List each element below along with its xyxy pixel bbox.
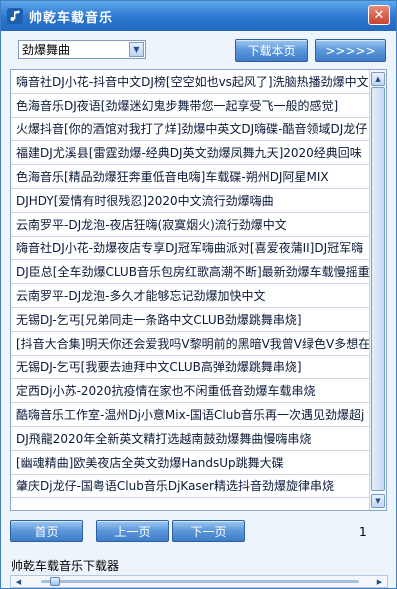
chevron-down-icon: ▼ xyxy=(375,497,381,505)
genre-select-value: 劲爆舞曲 xyxy=(22,43,71,57)
song-list-item[interactable]: 嗨音社DJ小花-劲爆夜店专享DJ冠军嗨曲派对[喜爱夜蒲II]DJ冠军嗨 xyxy=(11,237,371,261)
song-list-item[interactable]: 嗨音社DJ小花-抖音中文DJ榜[空空如也vs起风了]洗脑热播劲爆中文 xyxy=(11,70,371,94)
music-note-icon xyxy=(7,8,23,24)
close-icon: ✕ xyxy=(373,7,385,23)
song-list-item[interactable]: 云南罗平-DJ龙泡-夜店狂嗨(寂寞烟火)流行劲爆中文 xyxy=(11,213,371,237)
title-bar[interactable]: 帅乾车载音乐 ✕ xyxy=(1,1,396,31)
song-list-item[interactable]: 云南罗平-DJ龙泡-多久才能够忘记劲爆加快中文 xyxy=(11,284,371,308)
progress-thumb[interactable] xyxy=(50,577,61,586)
song-list-item[interactable]: [抖音大合集]明天你还会爱我吗V黎明前的黑暗V我曾V绿色V多想在 xyxy=(11,332,371,356)
song-list-item[interactable]: 肇庆Dj龙仔-国粤语Club音乐DjKaser精选抖音劲爆旋律串烧 xyxy=(11,475,371,499)
song-list-item[interactable]: 无锡DJ-乞丐[我要去迪拜中文CLUB高弹劲爆跳舞串烧] xyxy=(11,356,371,380)
progress-track[interactable] xyxy=(41,580,359,583)
chevron-down-icon[interactable]: ▼ xyxy=(129,42,144,57)
app-window: 帅乾车载音乐 ✕ 劲爆舞曲 ▼ 下载本页 >>>>> 嗨音社DJ小花-抖音中文D… xyxy=(0,0,397,589)
chevron-up-icon: ▲ xyxy=(375,75,381,83)
previous-page-button[interactable]: 上一页 xyxy=(96,520,169,542)
progress-slider[interactable]: ◀ ▶ xyxy=(10,575,388,588)
list-vertical-scrollbar[interactable]: ▲ ▼ xyxy=(369,70,386,510)
scroll-down-button[interactable]: ▼ xyxy=(371,494,385,508)
song-list-item[interactable]: 定西Dj小苏-2020抗疫情在家也不闲重低音劲爆车载串烧 xyxy=(11,379,371,404)
chevron-left-icon[interactable]: ◀ xyxy=(12,576,25,587)
chevron-right-icon[interactable]: ▶ xyxy=(373,576,386,587)
song-list-item[interactable]: DJ臣总[全车劲爆CLUB音乐包房红歌高潮不断]最新劲爆车载慢摇重 xyxy=(11,260,371,285)
song-list-item[interactable]: 色海音乐[精品劲爆狂奔重低音电嗨]车载碟-朔州DJ阿星MIX xyxy=(11,165,371,189)
next-page-button[interactable]: 下一页 xyxy=(172,520,245,542)
song-list-item[interactable]: 火爆抖音[你的酒馆对我打了烊]劲爆中英文DJ嗨碟-酷音领域DJ龙仔 xyxy=(11,118,371,142)
genre-select[interactable]: 劲爆舞曲 ▼ xyxy=(18,40,146,59)
music-note-glyph xyxy=(10,10,20,21)
status-label: 帅乾车载音乐下载器 xyxy=(11,559,120,573)
song-list-item[interactable]: DJ飛龍2020年全新英文精打选越南鼓劲爆舞曲慢嗨串烧 xyxy=(11,427,371,451)
song-list[interactable]: 嗨音社DJ小花-抖音中文DJ榜[空空如也vs起风了]洗脑热播劲爆中文 色海音乐DJ… xyxy=(10,69,387,511)
close-button[interactable]: ✕ xyxy=(368,5,390,25)
scroll-up-button[interactable]: ▲ xyxy=(371,72,385,86)
song-list-item[interactable]: 福建DJ尤溪县[雷霆劲爆-经典DJ英文劲爆凤舞九天]2020经典回味 xyxy=(11,141,371,166)
download-page-button[interactable]: 下载本页 xyxy=(235,39,308,62)
song-list-item[interactable]: 无锡DJ-乞丐[兄弟同走一条路中文CLUB劲爆跳舞串烧] xyxy=(11,308,371,332)
song-list-rows: 嗨音社DJ小花-抖音中文DJ榜[空空如也vs起风了]洗脑热播劲爆中文 色海音乐DJ… xyxy=(11,70,371,499)
song-list-item[interactable]: [幽魂精曲]欧美夜店全英文劲爆HandsUp跳舞大碟 xyxy=(11,451,371,475)
song-list-item[interactable]: 酷嗨音乐工作室-温州Dj小意Mix-国语Club音乐再一次遇见劲爆超j xyxy=(11,403,371,427)
song-list-item[interactable]: DJHDY[爱情有时很残忍]2020中文流行劲爆嗨曲 xyxy=(11,189,371,213)
scroll-thumb[interactable] xyxy=(371,87,385,491)
song-list-item[interactable]: 色海音乐DJ夜语[劲爆迷幻鬼步舞带您一起享受飞一般的感觉] xyxy=(11,94,371,118)
more-button[interactable]: >>>>> xyxy=(315,39,386,62)
page-number: 1 xyxy=(359,525,367,539)
window-title: 帅乾车载音乐 xyxy=(29,10,114,26)
first-page-button[interactable]: 首页 xyxy=(10,520,83,542)
